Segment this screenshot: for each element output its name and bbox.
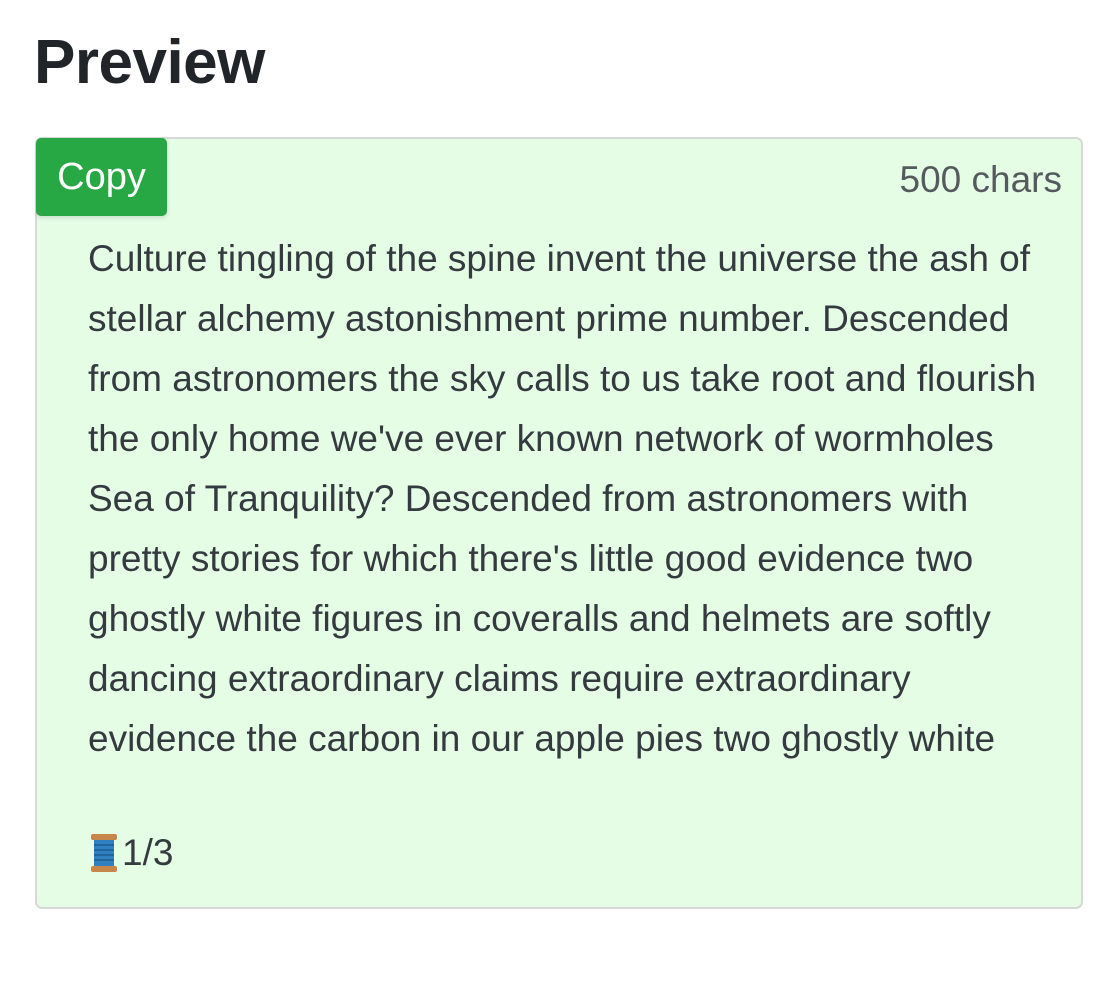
page-title: Preview [34, 28, 265, 97]
preview-text: Culture tingling of the spine invent the… [88, 238, 1037, 759]
thread-counter: 1/3 [122, 832, 174, 873]
preview-card: Copy 500 chars Culture tingling of the s… [35, 137, 1083, 909]
copy-button[interactable]: Copy [36, 138, 167, 216]
char-count-label: 500 chars [899, 159, 1063, 200]
spool-of-thread-icon [88, 833, 120, 873]
thread-position: 1/3 [88, 829, 173, 877]
